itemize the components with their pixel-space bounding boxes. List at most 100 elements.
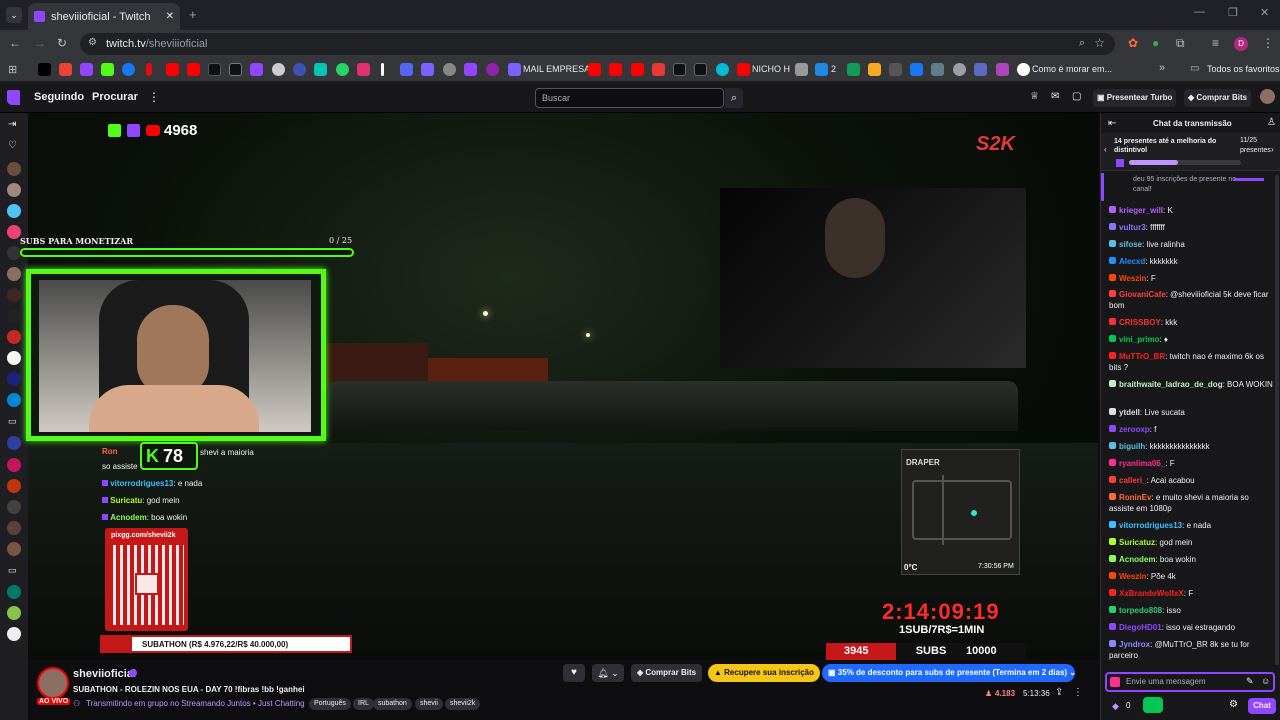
emote-badge-icon[interactable] (1110, 677, 1120, 687)
bookmark-icon[interactable] (486, 63, 499, 76)
site-info-icon[interactable]: ⚙ (88, 37, 97, 48)
chat-username[interactable]: braithwaite_ladrao_de_dog (1119, 380, 1223, 389)
group-stream-text[interactable]: Transmitindo em grupo no Streamando Junt… (86, 699, 305, 708)
chat-settings-icon[interactable]: ⚙ (1229, 699, 1238, 710)
kick-bookmark-icon[interactable] (208, 63, 221, 76)
recover-sub-button[interactable]: ▲ Recupere sua inscrição (708, 664, 820, 682)
emote-icon[interactable]: ☺ (1261, 676, 1270, 686)
prime-crown-icon[interactable]: ♕ (1030, 91, 1039, 102)
search-input[interactable]: Buscar (535, 88, 724, 108)
chat-username[interactable]: vultur3 (1119, 223, 1146, 232)
channel-avatar[interactable] (7, 309, 21, 323)
cheer-icon[interactable]: ✎ (1246, 676, 1254, 687)
turbo-button[interactable]: ▣ Presentear Turbo (1093, 89, 1177, 107)
chat-username[interactable]: Jyndrox (1119, 640, 1150, 649)
more-bookmarks-icon[interactable]: » (1159, 62, 1165, 74)
video-player[interactable]: 4968 S2K SUBS PARA MONETIZAR 0 / 25 K 78… (20, 113, 1098, 660)
chat-username[interactable]: Alecxd (1119, 257, 1145, 266)
media-icon[interactable]: ≡ (1212, 36, 1219, 50)
bookmark-icon[interactable] (314, 63, 327, 76)
bookmark-nicho[interactable]: NICHO H (752, 64, 790, 74)
channel-avatar[interactable] (7, 246, 21, 260)
collapse-chat-icon[interactable]: ⇤ (1108, 118, 1116, 129)
bookmark-icon[interactable] (464, 63, 477, 76)
back-icon[interactable]: ← (9, 36, 21, 50)
channel-avatar[interactable] (37, 667, 69, 699)
bookmark-icon[interactable] (868, 63, 881, 76)
maximize-icon[interactable]: ❐ (1228, 6, 1238, 19)
chat-username[interactable]: krieger_will (1119, 206, 1163, 215)
menu-kebab-icon[interactable]: ⋮ (1262, 36, 1274, 50)
forward-icon[interactable]: → (34, 36, 46, 50)
chevron-left-icon[interactable]: ‹ (1104, 145, 1107, 154)
x-bookmark-icon[interactable] (38, 63, 51, 76)
extensions-puzzle-icon[interactable]: ⧉ (1176, 36, 1185, 51)
chat-username[interactable]: Acnodem (1119, 555, 1155, 564)
extension-icon[interactable]: ● (1152, 36, 1159, 50)
user-avatar[interactable] (1260, 89, 1275, 104)
channel-name[interactable]: sheviioficial (73, 668, 136, 680)
nav-more-icon[interactable]: ⋮ (148, 90, 160, 104)
gift-discount-button[interactable]: ▣ 35% de desconto para subs de presente … (822, 664, 1075, 682)
tag-pill[interactable]: subathon (373, 698, 412, 710)
bits-balance-icon[interactable]: ◆ (1112, 701, 1119, 712)
youtube-bookmark-icon[interactable] (187, 63, 200, 76)
facebook-bookmark-icon[interactable] (122, 63, 135, 76)
all-bookmarks[interactable]: Todos os favoritos (1207, 64, 1280, 74)
bookmark-icon[interactable] (146, 63, 152, 76)
search-icon[interactable]: ⌕ (725, 88, 743, 108)
bookmark-icon[interactable] (931, 63, 944, 76)
globe-bookmark-icon[interactable] (953, 63, 966, 76)
bookmark-icon[interactable] (272, 63, 285, 76)
bookmark-icon[interactable] (508, 63, 521, 76)
buy-bits-button[interactable]: ◈ Comprar Bits (631, 664, 703, 682)
chat-username[interactable]: XxBrandoWolfxX (1119, 589, 1184, 598)
chat-username[interactable]: CRISSBOY (1119, 318, 1161, 327)
chat-username[interactable]: zerooxp (1119, 425, 1150, 434)
channel-avatar[interactable] (7, 479, 21, 493)
chat-username[interactable]: Weszin (1119, 274, 1146, 283)
channel-avatar[interactable] (7, 458, 21, 472)
bookmark-icon[interactable] (795, 63, 808, 76)
inbox-icon[interactable]: ✉ (1051, 91, 1059, 102)
bookmark-icon[interactable] (293, 63, 306, 76)
whatsapp-bookmark-icon[interactable] (336, 63, 349, 76)
channel-avatar[interactable] (7, 500, 21, 514)
chat-username[interactable]: Suricatuz (1119, 538, 1155, 547)
channel-avatar[interactable] (7, 627, 21, 641)
channel-points-button[interactable] (1143, 697, 1163, 713)
more-options-icon[interactable]: ⋮ (1073, 687, 1083, 698)
chat-username[interactable]: GiovaniCafe (1119, 290, 1166, 299)
tab-search-icon[interactable]: ⌄ (6, 7, 22, 23)
chat-username[interactable]: torpedo808 (1119, 606, 1162, 615)
chat-username[interactable]: calleri_ (1119, 476, 1147, 485)
extension-icon[interactable]: ✿ (1128, 36, 1138, 50)
gmail-bookmark-icon[interactable] (59, 63, 72, 76)
channel-avatar[interactable] (7, 330, 21, 344)
channel-avatar[interactable] (7, 606, 21, 620)
kick-bookmark-icon[interactable] (101, 63, 114, 76)
tag-pill[interactable]: shevii (415, 698, 443, 710)
nav-following[interactable]: Seguindo (34, 91, 84, 103)
close-tab-icon[interactable]: ✕ (166, 11, 174, 22)
channel-avatar[interactable] (7, 521, 21, 535)
chevron-right-icon[interactable]: › (1271, 145, 1274, 154)
twitch-bookmark-icon[interactable] (250, 63, 263, 76)
sheets-bookmark-icon[interactable] (847, 63, 860, 76)
get-bits-button[interactable]: ◆ Comprar Bits (1184, 89, 1252, 107)
share-icon[interactable]: ⇪ (1055, 687, 1063, 698)
channel-avatar[interactable] (7, 351, 21, 365)
bookmark-icon[interactable] (716, 63, 729, 76)
expand-sidebar-icon[interactable]: ⇥ (8, 119, 16, 130)
tiktok-bookmark-icon[interactable] (673, 63, 686, 76)
channel-avatar[interactable] (7, 372, 21, 386)
chat-username[interactable]: ryanlima06_ (1119, 459, 1165, 468)
tiktok-bookmark-icon[interactable] (694, 63, 707, 76)
chat-username[interactable]: ytdell (1119, 408, 1140, 417)
bookmark-mail[interactable]: MAIL EMPRESA (523, 64, 590, 74)
bookmark-icon[interactable] (381, 63, 384, 76)
chat-scrollbar[interactable] (1275, 175, 1279, 665)
channel-avatar[interactable] (7, 288, 21, 302)
channel-avatar[interactable] (7, 585, 21, 599)
youtube-bookmark-icon[interactable] (737, 63, 750, 76)
